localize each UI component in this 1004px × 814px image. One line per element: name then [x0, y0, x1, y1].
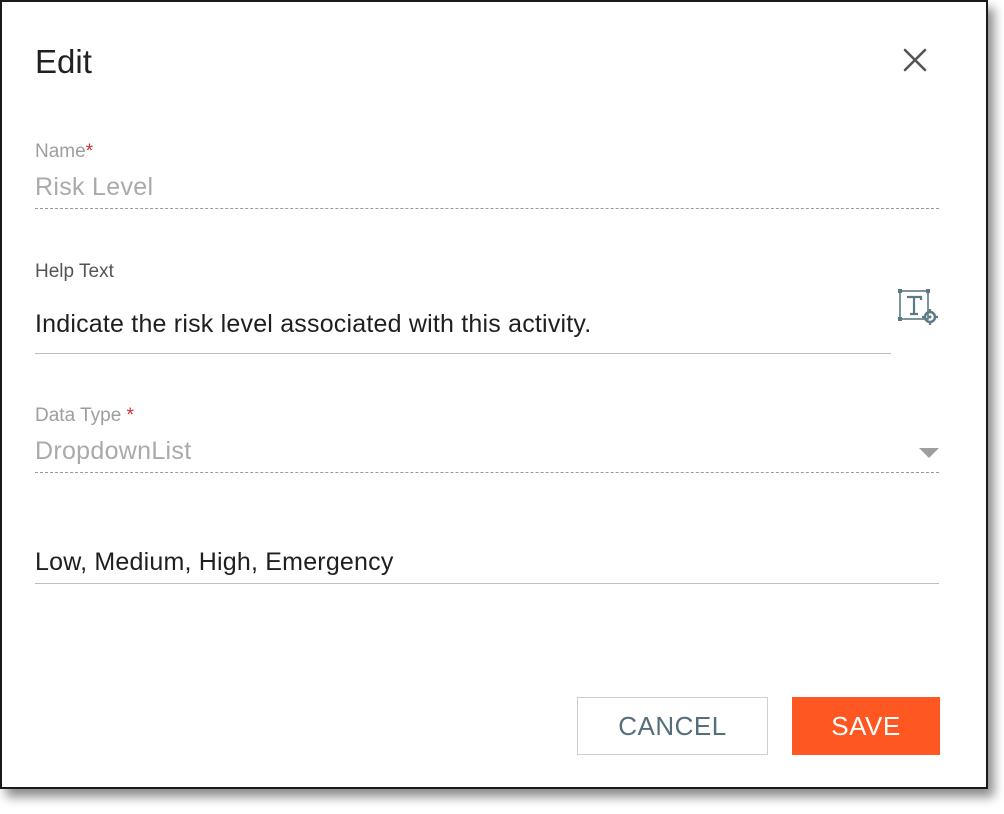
- text-format-settings-icon[interactable]: [896, 288, 940, 326]
- data-type-label: Data Type *: [35, 405, 134, 427]
- save-button[interactable]: SAVE: [792, 697, 940, 755]
- edit-dialog: Edit Name* Risk Level Help Text Indicate…: [0, 0, 988, 789]
- dropdown-caret-icon[interactable]: [919, 448, 939, 458]
- data-type-label-text: Data Type: [35, 405, 122, 426]
- dropdown-options-field[interactable]: Low, Medium, High, Emergency: [35, 547, 394, 577]
- dialog-title: Edit: [35, 43, 92, 80]
- cancel-button[interactable]: CANCEL: [577, 697, 768, 755]
- help-text-underline: [35, 353, 891, 354]
- close-icon[interactable]: [898, 43, 932, 77]
- name-field-underline: [35, 208, 939, 209]
- data-type-select[interactable]: DropdownList: [35, 436, 191, 466]
- help-text-field[interactable]: Indicate the risk level associated with …: [35, 309, 591, 339]
- dropdown-options-underline: [35, 583, 939, 584]
- name-label-text: Name: [35, 141, 86, 162]
- help-text-label: Help Text: [35, 261, 114, 282]
- name-label: Name*: [35, 141, 93, 163]
- name-field[interactable]: Risk Level: [35, 172, 153, 202]
- data-type-underline: [35, 472, 939, 473]
- required-mark: *: [126, 405, 134, 426]
- required-mark: *: [85, 141, 94, 162]
